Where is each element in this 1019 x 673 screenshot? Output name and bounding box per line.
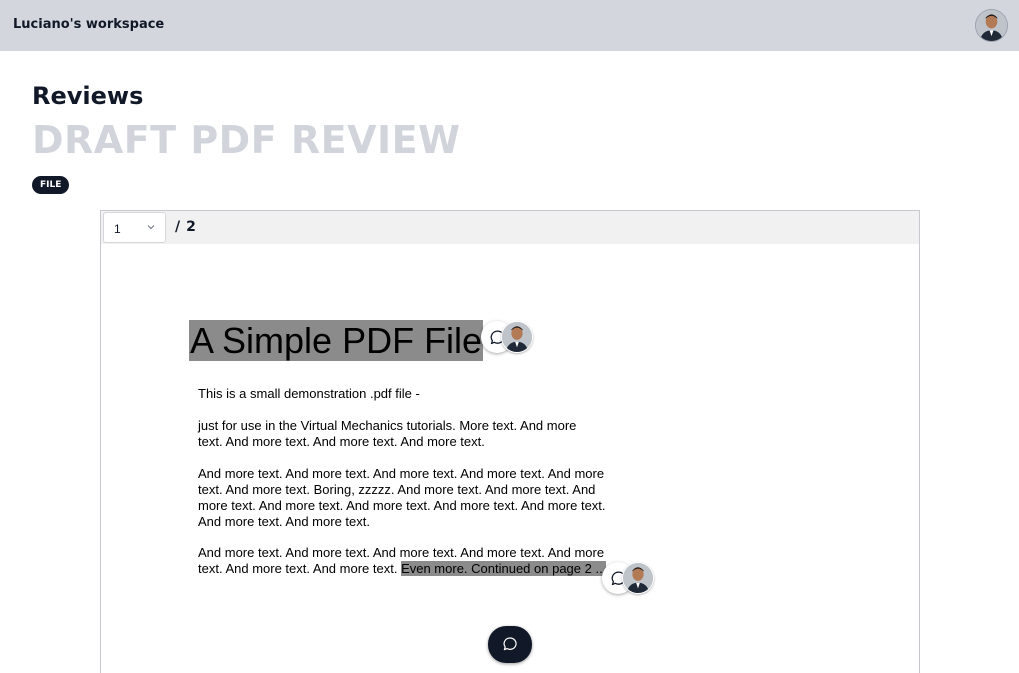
document-paragraph: This is a small demonstration .pdf file … bbox=[198, 386, 420, 401]
file-type-badge: FILE bbox=[32, 176, 70, 194]
text-line: text. And more text. And more text. Even… bbox=[198, 561, 607, 577]
avatar-image bbox=[502, 322, 532, 352]
page-count: /2 bbox=[175, 219, 196, 235]
text-line: And more text. And more text. bbox=[198, 514, 370, 529]
add-comment-button[interactable] bbox=[488, 626, 532, 663]
workspace-name[interactable]: Luciano's workspace bbox=[13, 17, 164, 32]
text-line: And more text. And more text. And more t… bbox=[198, 466, 605, 481]
text-line: more text. And more text. And more text.… bbox=[198, 498, 606, 513]
user-avatar[interactable] bbox=[975, 9, 1008, 42]
chevron-down-icon bbox=[147, 225, 155, 230]
page-separator: / bbox=[175, 219, 181, 235]
text-line: text. And more text. And more text. And … bbox=[198, 434, 485, 449]
review-title: DRAFT PDF REVIEW bbox=[32, 118, 461, 162]
text-line: text. And more text. Boring, zzzzz. And … bbox=[198, 482, 596, 497]
text-line: just for use in the Virtual Mechanics tu… bbox=[198, 418, 577, 433]
page-title: Reviews bbox=[32, 82, 144, 110]
comment-marker[interactable] bbox=[602, 562, 656, 594]
viewer-toolbar: 1 /2 bbox=[101, 211, 919, 244]
comment-bubble-icon bbox=[503, 637, 517, 651]
text-span: text. And more text. And more text. bbox=[198, 561, 398, 576]
page-select[interactable]: 1 bbox=[103, 212, 166, 243]
page-select-value: 1 bbox=[114, 222, 121, 236]
commenter-avatar[interactable] bbox=[501, 321, 533, 353]
avatar-image bbox=[623, 563, 653, 593]
document-paragraph: And more text. And more text. And more t… bbox=[198, 545, 607, 577]
pdf-viewer: 1 /2 A Simple PDF File This is a small d… bbox=[100, 210, 920, 673]
commenter-avatar[interactable] bbox=[622, 562, 654, 594]
document-paragraph: just for use in the Virtual Mechanics tu… bbox=[198, 418, 576, 450]
total-pages: 2 bbox=[186, 219, 196, 235]
comment-marker[interactable] bbox=[481, 321, 535, 353]
document-paragraph: And more text. And more text. And more t… bbox=[198, 466, 606, 530]
document-heading-highlight[interactable]: A Simple PDF File bbox=[189, 320, 484, 361]
avatar-image bbox=[976, 10, 1007, 41]
text-line: And more text. And more text. And more t… bbox=[198, 545, 605, 560]
text-highlight[interactable]: Even more. Continued on page 2 ... bbox=[401, 561, 607, 576]
top-bar: Luciano's workspace bbox=[0, 0, 1019, 51]
